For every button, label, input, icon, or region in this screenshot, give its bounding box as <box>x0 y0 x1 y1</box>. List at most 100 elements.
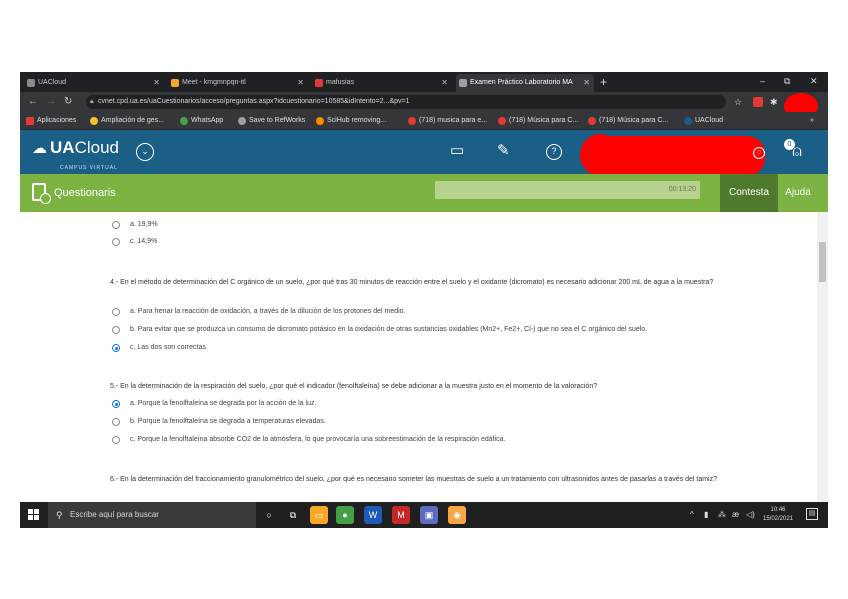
bookmarks-overflow[interactable]: » <box>810 112 814 130</box>
clock-date: 15/02/2021 <box>763 516 794 522</box>
system-clock[interactable]: 10:46 15/02/2021 <box>763 506 793 524</box>
contesta-tab[interactable]: Contesta <box>720 174 778 212</box>
app-red-icon[interactable]: M <box>392 506 410 524</box>
notifications-icon[interactable]: ▤ <box>806 508 818 520</box>
volume-icon[interactable]: ◁) <box>746 502 755 528</box>
tab-mafusias[interactable]: mafusias ✕ <box>312 74 452 92</box>
section-title: Questionaris <box>54 187 116 199</box>
bookmark-label: Ampliación de ges... <box>101 117 165 124</box>
bookmark-item[interactable]: SciHub removing... <box>316 112 386 130</box>
bookmark-label: (718) musica para e... <box>419 117 488 124</box>
ayuda-tab[interactable]: Ajuda <box>778 174 818 212</box>
bookmark-item[interactable]: Save to RefWorks <box>238 112 305 130</box>
bookmark-label: SciHub removing... <box>327 117 387 124</box>
close-icon[interactable]: ✕ <box>153 74 160 92</box>
answer-radio[interactable] <box>112 221 120 229</box>
answer-radio-selected[interactable] <box>112 400 120 408</box>
extension-icon[interactable] <box>753 97 763 107</box>
back-arrow-icon[interactable]: ← <box>28 95 38 109</box>
uacloud-bookmark-icon <box>684 117 692 125</box>
user-edit-icon[interactable]: ✎ <box>497 141 510 161</box>
bookmark-item[interactable]: WhatsApp <box>180 112 223 130</box>
windows-start-icon[interactable] <box>28 509 40 521</box>
questions-content: a. 19,9% c. 14,9% 4.- En el método de de… <box>20 212 816 502</box>
answer-option: b. Porque la fenolftaleína se degrada a … <box>130 418 326 425</box>
language-icon[interactable]: æ <box>732 502 739 528</box>
bookmark-label: (718) Música para C... <box>599 117 669 124</box>
browser-tab-bar: UACloud ✕ Meet - kmgmnpqn-itl ✕ mafusias… <box>20 72 828 92</box>
answer-radio[interactable] <box>112 436 120 444</box>
network-icon[interactable]: ▮ <box>704 502 708 528</box>
paint-icon[interactable]: ▣ <box>420 506 438 524</box>
questionnaire-icon <box>32 183 51 204</box>
chat-icon[interactable]: ▭ <box>450 141 464 161</box>
bookmark-item[interactable]: (718) Música para C... <box>588 112 668 130</box>
bookmark-item[interactable]: Aplicaciones <box>26 112 76 130</box>
tab-favicon-icon <box>459 79 467 87</box>
answer-radio-selected[interactable] <box>112 344 120 352</box>
bookmark-item[interactable]: (718) Música para C... <box>498 112 578 130</box>
file-explorer-icon[interactable]: ▭ <box>310 506 328 524</box>
notifications-bell-icon[interactable]: ⍝ 0 <box>784 137 810 167</box>
bookmark-label: WhatsApp <box>191 117 224 124</box>
page-scrollbar[interactable] <box>817 212 828 502</box>
url-field[interactable]: 🔒︎ cvnet.cpd.ua.es/uaCuestionarios/acces… <box>86 95 726 109</box>
timer-field[interactable]: 00:13:20 <box>435 181 700 199</box>
close-icon[interactable]: ✕ <box>583 74 590 92</box>
logo-text-a: UA <box>50 138 75 157</box>
answer-option: a. Para frenar la reacción de oxidación,… <box>130 308 406 315</box>
question-4-text: 4.- En el método de determinación del C … <box>110 279 714 286</box>
tab-label: Examen Práctico Laboratorio MA <box>470 79 573 86</box>
question-6-text: 6.- En la determinación del fraccionamie… <box>110 476 717 483</box>
wifi-icon[interactable]: ⁂ <box>718 502 726 528</box>
bookmark-label: UACloud <box>695 117 724 124</box>
lock-icon: 🔒︎ <box>90 98 94 105</box>
tab-meet[interactable]: Meet - kmgmnpqn-itl ✕ <box>168 74 308 92</box>
tab-examen[interactable]: Examen Práctico Laboratorio MA ✕ <box>456 74 594 92</box>
new-tab-button[interactable]: + <box>600 74 607 90</box>
questionnaire-bar: Questionaris 00:13:20 Contesta Ajuda <box>20 174 828 212</box>
bookmark-item[interactable]: (718) musica para e... <box>408 112 487 130</box>
task-view-icon[interactable]: ⧉ <box>284 506 302 524</box>
word-icon[interactable]: W <box>364 506 382 524</box>
bookmark-icon <box>90 117 98 125</box>
apps-icon <box>26 117 34 125</box>
search-icon: ⚲ <box>56 510 63 520</box>
close-icon[interactable]: ✕ <box>297 74 304 92</box>
scrollbar-thumb[interactable] <box>819 242 826 282</box>
photos-icon[interactable]: ◉ <box>448 506 466 524</box>
minimize-button[interactable]: – <box>760 74 765 88</box>
close-icon[interactable]: ✕ <box>441 74 448 92</box>
answer-option: c. Las dos son correctas. <box>130 344 208 351</box>
bookmark-item[interactable]: Ampliación de ges... <box>90 112 164 130</box>
tab-label: UACloud <box>38 79 67 86</box>
answer-radio[interactable] <box>112 418 120 426</box>
tray-chevron-icon[interactable]: ^ <box>690 502 694 528</box>
bookmark-item[interactable]: UACloud <box>684 112 723 130</box>
help-icon[interactable]: ? <box>546 144 562 160</box>
meet-favicon-icon <box>171 79 179 87</box>
chevron-down-icon[interactable]: ⌄ <box>136 143 154 161</box>
answer-radio[interactable] <box>112 238 120 246</box>
tab-label: mafusias <box>326 79 355 86</box>
forward-arrow-icon[interactable]: → <box>46 95 56 109</box>
youtube-icon <box>498 117 506 125</box>
close-window-button[interactable]: ✕ <box>810 74 818 88</box>
uacloud-logo[interactable]: ☁ UACloud CAMPUS VIRTUAL <box>32 138 119 171</box>
windows-taskbar: ⚲ Escribe aquí para buscar ○ ⧉ ▭ ● W M ▣… <box>20 502 828 528</box>
tab-uacloud[interactable]: UACloud ✕ <box>24 74 164 92</box>
puzzle-icon[interactable]: ✱ <box>770 95 778 109</box>
chrome-icon[interactable]: ● <box>336 506 354 524</box>
notification-badge: 0 <box>784 139 795 150</box>
youtube-icon <box>408 117 416 125</box>
taskbar-search-box[interactable]: ⚲ Escribe aquí para buscar <box>48 502 256 528</box>
settings-icon[interactable]: ○ <box>753 147 765 159</box>
answer-radio[interactable] <box>112 308 120 316</box>
answer-radio[interactable] <box>112 326 120 334</box>
search-placeholder: Escribe aquí para buscar <box>70 510 159 519</box>
screenshot-frame: UACloud ✕ Meet - kmgmnpqn-itl ✕ mafusias… <box>20 72 828 528</box>
reload-icon[interactable]: ↻ <box>64 95 72 109</box>
cortana-icon[interactable]: ○ <box>260 506 278 524</box>
maximize-button[interactable]: ⧉ <box>784 74 790 88</box>
star-icon[interactable]: ☆ <box>734 95 742 109</box>
